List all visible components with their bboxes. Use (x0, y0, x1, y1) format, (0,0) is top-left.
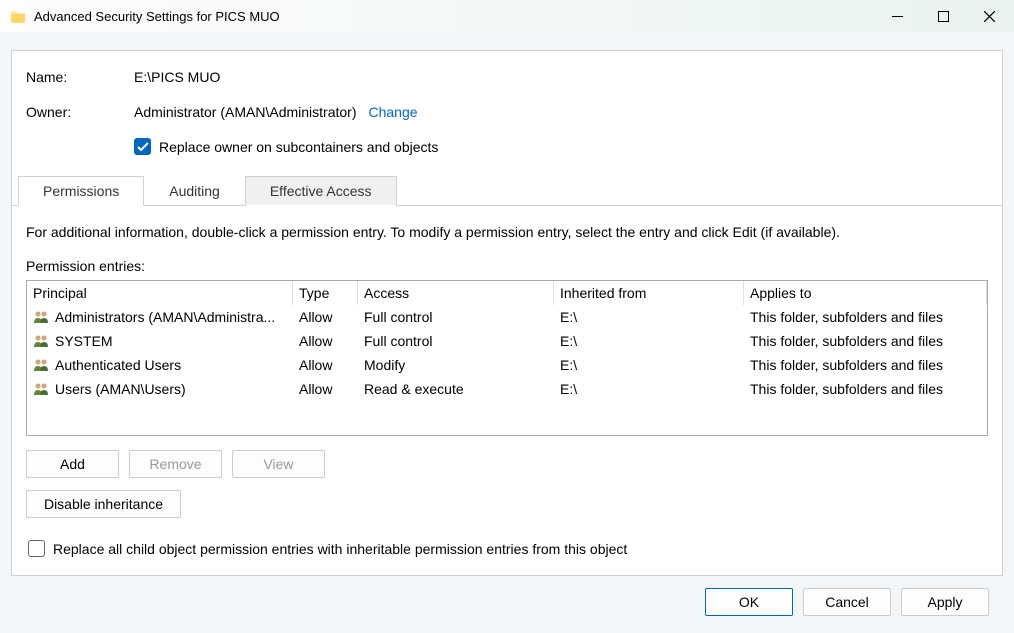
replace-child-checkbox[interactable] (28, 540, 45, 557)
cell-type: Allow (293, 307, 358, 327)
header-applies[interactable]: Applies to (744, 281, 987, 305)
cell-applies: This folder, subfolders and files (744, 355, 987, 375)
close-button[interactable] (966, 0, 1012, 32)
header-type[interactable]: Type (293, 281, 358, 305)
header-access[interactable]: Access (358, 281, 554, 305)
name-label: Name: (26, 69, 134, 85)
table-body: Administrators (AMAN\Administra...AllowF… (27, 305, 987, 435)
owner-value: Administrator (AMAN\Administrator) (134, 104, 357, 120)
table-row[interactable]: Users (AMAN\Users)AllowRead & executeE:\… (27, 377, 987, 401)
cell-principal: Users (AMAN\Users) (27, 379, 293, 399)
table-header: Principal Type Access Inherited from App… (27, 281, 987, 305)
replace-owner-row: Replace owner on subcontainers and objec… (12, 138, 1002, 175)
cell-applies: This folder, subfolders and files (744, 379, 987, 399)
cell-access: Modify (358, 355, 554, 375)
tabs: Permissions Auditing Effective Access (12, 175, 1002, 206)
table-row[interactable]: Authenticated UsersAllowModifyE:\This fo… (27, 353, 987, 377)
remove-button: Remove (129, 450, 222, 478)
cell-inherited: E:\ (554, 355, 744, 375)
tab-permissions[interactable]: Permissions (18, 176, 144, 206)
tab-content: For additional information, double-click… (12, 206, 1002, 557)
window-title: Advanced Security Settings for PICS MUO (34, 9, 874, 24)
cell-type: Allow (293, 355, 358, 375)
check-icon (137, 142, 149, 152)
view-button: View (232, 450, 325, 478)
footer-buttons: OK Cancel Apply (11, 576, 1003, 628)
content-area: Name: E:\PICS MUO Owner: Administrator (… (0, 32, 1014, 628)
group-icon (33, 382, 51, 396)
replace-owner-checkbox[interactable] (134, 138, 151, 155)
cell-principal: Administrators (AMAN\Administra... (27, 307, 293, 327)
action-buttons: Add Remove View (26, 450, 988, 478)
maximize-icon (938, 11, 949, 22)
cell-inherited: E:\ (554, 307, 744, 327)
main-panel: Name: E:\PICS MUO Owner: Administrator (… (11, 50, 1003, 576)
cell-access: Full control (358, 307, 554, 327)
header-principal[interactable]: Principal (27, 281, 293, 305)
header-inherited[interactable]: Inherited from (554, 281, 744, 305)
tab-effective-access[interactable]: Effective Access (245, 176, 397, 206)
folder-icon (10, 9, 26, 23)
owner-label: Owner: (26, 103, 134, 120)
cell-applies: This folder, subfolders and files (744, 331, 987, 351)
close-icon (984, 11, 995, 22)
cell-applies: This folder, subfolders and files (744, 307, 987, 327)
cell-type: Allow (293, 331, 358, 351)
instruction-text: For additional information, double-click… (26, 224, 988, 240)
titlebar: Advanced Security Settings for PICS MUO (0, 0, 1014, 32)
cell-access: Full control (358, 331, 554, 351)
tab-auditing[interactable]: Auditing (144, 176, 245, 206)
group-icon (33, 334, 51, 348)
table-row[interactable]: Administrators (AMAN\Administra...AllowF… (27, 305, 987, 329)
entries-label: Permission entries: (26, 258, 988, 274)
cell-access: Read & execute (358, 379, 554, 399)
replace-child-row: Replace all child object permission entr… (26, 540, 988, 557)
apply-button[interactable]: Apply (901, 588, 989, 616)
replace-owner-label: Replace owner on subcontainers and objec… (159, 139, 438, 155)
group-icon (33, 358, 51, 372)
disable-inheritance-button[interactable]: Disable inheritance (26, 490, 181, 518)
owner-row: Owner: Administrator (AMAN\Administrator… (12, 103, 1002, 138)
window-controls (874, 0, 1012, 32)
cell-inherited: E:\ (554, 331, 744, 351)
cell-principal: SYSTEM (27, 331, 293, 351)
change-owner-link[interactable]: Change (369, 104, 418, 120)
ok-button[interactable]: OK (705, 588, 793, 616)
group-icon (33, 310, 51, 324)
cancel-button[interactable]: Cancel (803, 588, 891, 616)
minimize-icon (892, 16, 903, 17)
permission-entries-table: Principal Type Access Inherited from App… (26, 280, 988, 436)
name-value: E:\PICS MUO (134, 69, 220, 85)
table-row[interactable]: SYSTEMAllowFull controlE:\This folder, s… (27, 329, 987, 353)
name-row: Name: E:\PICS MUO (12, 69, 1002, 103)
add-button[interactable]: Add (26, 450, 119, 478)
cell-principal: Authenticated Users (27, 355, 293, 375)
maximize-button[interactable] (920, 0, 966, 32)
replace-child-label: Replace all child object permission entr… (53, 541, 627, 557)
cell-inherited: E:\ (554, 379, 744, 399)
minimize-button[interactable] (874, 0, 920, 32)
cell-type: Allow (293, 379, 358, 399)
